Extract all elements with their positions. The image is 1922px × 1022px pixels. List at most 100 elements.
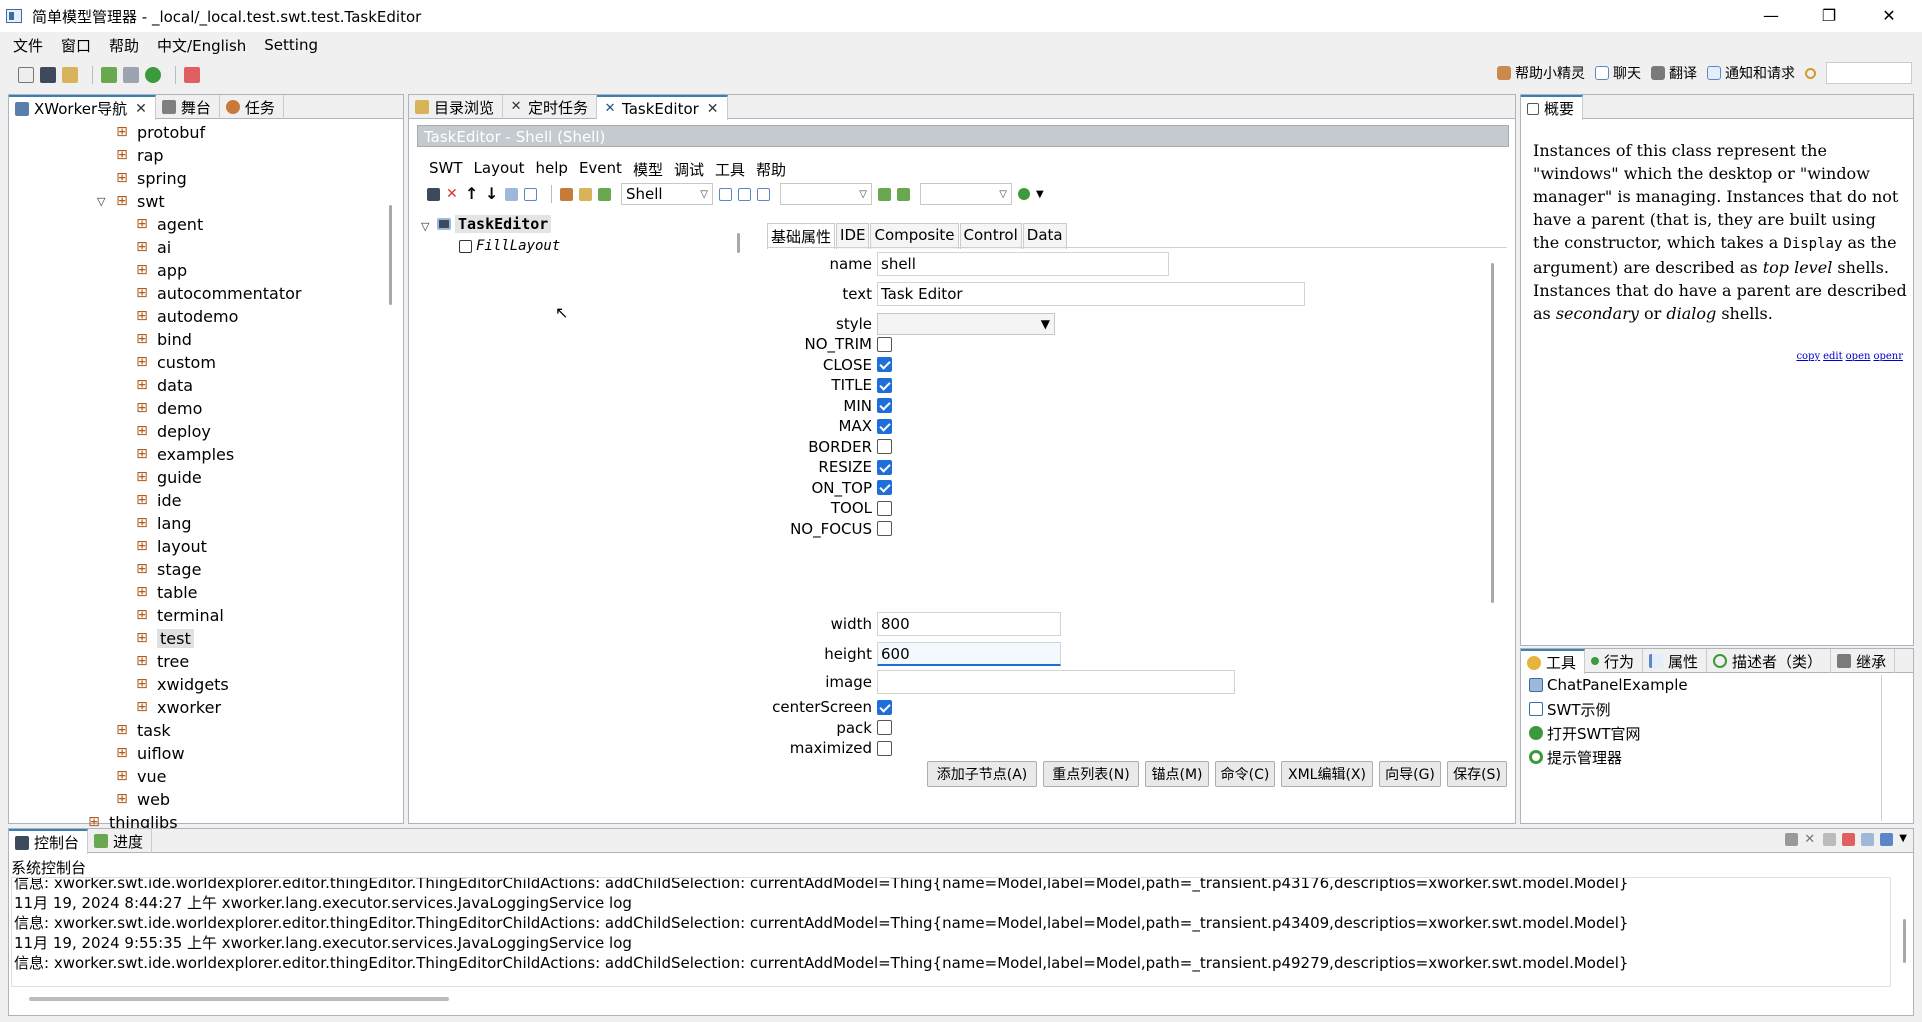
action-button[interactable]: 锚点(M) — [1145, 761, 1209, 787]
remove-icon[interactable]: ✕ — [1804, 833, 1817, 846]
scroll-lock-icon[interactable] — [1861, 833, 1875, 846]
tree-item[interactable]: ⊞ ide — [135, 489, 181, 511]
maximize-button[interactable]: ❐ — [1806, 0, 1852, 32]
editor-menu-help[interactable]: help — [536, 159, 568, 180]
terminate-icon[interactable] — [1785, 833, 1799, 846]
editor-menu-debug[interactable]: 调试 — [674, 159, 704, 180]
tab-summary[interactable]: 概要 — [1521, 95, 1584, 120]
tool-item-swt-examples[interactable]: SWT示例 — [1529, 699, 1611, 719]
tree-item[interactable]: ⊞ test — [135, 627, 194, 649]
tree-item[interactable]: ⊞ agent — [135, 213, 203, 235]
tab-actions[interactable]: 行为 — [1585, 649, 1644, 673]
checkbox[interactable] — [877, 377, 892, 393]
arrow-up-icon[interactable]: ↑ — [465, 186, 479, 202]
save-icon[interactable] — [40, 67, 56, 83]
checkbox[interactable] — [877, 521, 892, 536]
tree-item[interactable]: ⊞ examples — [135, 443, 234, 465]
tree-item[interactable]: ⊞ swt — [115, 190, 165, 212]
checkbox[interactable] — [877, 398, 892, 413]
display-console-icon[interactable] — [1880, 833, 1894, 846]
checkbox[interactable] — [877, 699, 892, 715]
checkbox[interactable] — [877, 500, 892, 516]
tree-item[interactable]: ⊞ xworker — [135, 696, 221, 718]
action-button[interactable]: 保存(S) — [1447, 761, 1507, 787]
tree-item[interactable]: ⊞ bind — [135, 328, 192, 350]
tree-item[interactable]: ⊞ task — [115, 719, 171, 741]
checkbox[interactable] — [877, 480, 892, 495]
tree-item[interactable]: ⊞ xwidgets — [135, 673, 229, 695]
tab-descriptor[interactable]: 描述者（类） — [1707, 649, 1832, 673]
globe-icon[interactable] — [145, 67, 161, 83]
tab-stage[interactable]: 舞台 — [156, 95, 220, 119]
triangle-down-icon[interactable]: ▼ — [1036, 189, 1044, 200]
delete-icon[interactable]: ✕ — [446, 187, 459, 201]
frame-icon[interactable] — [719, 187, 732, 201]
outline-root[interactable]: TaskEditor — [437, 213, 552, 235]
notify-button[interactable]: 通知和请求 — [1707, 63, 1795, 83]
checkbox[interactable] — [877, 418, 892, 434]
tree-item[interactable]: ⊞ terminal — [135, 604, 224, 626]
close-icon[interactable]: ✕ — [135, 101, 147, 117]
tree-x-icon[interactable] — [897, 187, 910, 201]
copy-link[interactable]: copy — [1796, 351, 1820, 362]
tab-basic-props[interactable]: 基础属性 — [767, 223, 836, 249]
new-icon[interactable] — [18, 67, 34, 83]
document-icon[interactable] — [123, 67, 139, 83]
style-select[interactable]: ▼ — [877, 313, 1055, 335]
tab-tasks[interactable]: 任务 — [220, 95, 284, 119]
open-folder-icon[interactable] — [62, 67, 78, 83]
minimize-button[interactable]: — — [1748, 0, 1794, 32]
frame-x-icon[interactable] — [738, 187, 751, 201]
help-wizard-button[interactable]: 帮助小精灵 — [1497, 63, 1585, 83]
tree-item[interactable]: ⊞ web — [115, 788, 170, 810]
frame-remove-icon[interactable] — [757, 187, 770, 201]
console-hscrollbar[interactable] — [29, 997, 449, 1001]
text-field[interactable]: Task Editor — [877, 282, 1305, 306]
tree-item[interactable]: ⊞ uiflow — [115, 742, 184, 764]
translate-button[interactable]: 翻译 — [1651, 63, 1697, 83]
checkbox[interactable] — [877, 336, 892, 352]
flag-icon[interactable] — [598, 187, 611, 201]
height-field[interactable]: 600 — [877, 642, 1061, 666]
tree-item[interactable]: ⊞ app — [135, 259, 187, 281]
paste-icon[interactable] — [524, 187, 537, 201]
chevron-down-icon[interactable]: ▽ — [421, 220, 429, 233]
outline-child[interactable]: FillLayout — [459, 235, 560, 257]
navigator-scrollbar[interactable] — [389, 205, 392, 305]
action-combo[interactable]: ▽ — [920, 183, 1012, 205]
tree-item[interactable]: ⊞ rap — [115, 144, 163, 166]
tree-item[interactable]: ⊞ table — [135, 581, 197, 603]
action-button[interactable]: XML编辑(X) — [1281, 761, 1373, 787]
tool-item-prompt-manager[interactable]: 提示管理器 — [1529, 747, 1622, 767]
menu-file[interactable]: 文件 — [4, 35, 52, 56]
checkbox[interactable] — [877, 439, 892, 454]
tree-item[interactable]: ⊞ layout — [135, 535, 207, 557]
tree-icon[interactable] — [878, 187, 891, 201]
name-field[interactable]: shell — [877, 252, 1169, 276]
tab-progress[interactable]: 进度 — [88, 829, 153, 853]
tab-tools[interactable]: 工具 — [1521, 649, 1586, 674]
tree-item[interactable]: ⊞ stage — [135, 558, 201, 580]
tool-item-chatpanel[interactable]: ChatPanelExample — [1529, 675, 1688, 695]
save-icon[interactable] — [427, 187, 440, 201]
tree-item[interactable]: ⊞ spring — [115, 167, 187, 189]
tree-item[interactable]: ⊞ lang — [135, 512, 191, 534]
close-button[interactable]: ✕ — [1866, 0, 1912, 32]
edit-link[interactable]: edit — [1823, 351, 1843, 362]
menu-setting[interactable]: Setting — [255, 36, 327, 54]
triangle-down-icon[interactable]: ▼ — [1899, 833, 1907, 846]
tab-scheduled-tasks[interactable]: ✕ 定时任务 — [503, 95, 598, 119]
console-vscrollbar[interactable] — [1903, 919, 1906, 963]
tree-item[interactable]: ⊞ tree — [135, 650, 189, 672]
tree-item[interactable]: ⊞ protobuf — [115, 121, 205, 143]
open-link[interactable]: open — [1846, 351, 1871, 362]
close-icon[interactable]: ✕ — [707, 101, 719, 117]
search-input[interactable] — [1826, 62, 1912, 84]
width-field[interactable]: 800 — [877, 612, 1061, 636]
tab-data[interactable]: Data — [1022, 223, 1067, 249]
clear-console-icon[interactable] — [1842, 833, 1856, 846]
tab-composite[interactable]: Composite — [870, 223, 959, 249]
tab-control[interactable]: Control — [959, 223, 1022, 249]
tab-ide[interactable]: IDE — [836, 223, 870, 249]
openr-link[interactable]: openr — [1873, 351, 1903, 362]
